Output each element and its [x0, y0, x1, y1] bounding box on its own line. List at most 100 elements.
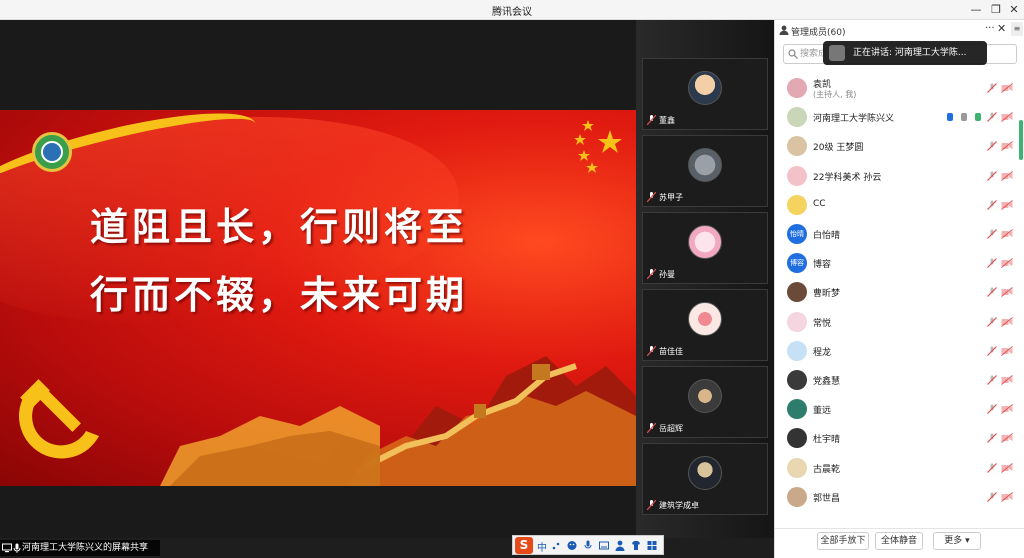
member-list: 袁凯 (主持人, 我) 河南理工大学陈兴义 20级 王梦圆 22学科美术 孙云 CC 怡晴白… — [775, 74, 1019, 524]
skin-icon[interactable] — [631, 540, 641, 551]
minimize-button[interactable]: — — [968, 2, 984, 18]
window-title: 腾讯会议 — [492, 7, 532, 18]
keyboard-icon[interactable] — [599, 540, 609, 551]
camera-off-icon[interactable] — [1001, 404, 1013, 415]
screen-share-icon[interactable] — [959, 112, 969, 122]
avatar — [787, 428, 807, 449]
lower-all-hands-button[interactable]: 全部手放下 — [817, 532, 869, 550]
mute-all-button[interactable]: 全体静音 — [875, 532, 923, 550]
avatar: 博容 — [787, 253, 807, 274]
mic-muted-icon[interactable] — [987, 316, 997, 327]
hand-raised-icon[interactable] — [945, 112, 955, 122]
avatar — [787, 457, 807, 478]
member-row[interactable]: 杜宇晴 — [775, 424, 1019, 453]
building-decoration — [160, 406, 380, 486]
search-icon — [788, 49, 798, 59]
camera-off-icon[interactable] — [1001, 229, 1013, 239]
camera-off-icon[interactable] — [1001, 462, 1013, 473]
avatar — [688, 379, 722, 413]
member-row[interactable]: 袁凯 (主持人, 我) — [775, 74, 1019, 103]
video-tile[interactable]: 苗佳佳 — [642, 289, 768, 361]
meeting-window: 腾讯会议 — ❐ ✕ 道阻且长，行则将至 行而不辍，未来可期 河南理工大学陈兴义… — [0, 0, 1024, 558]
mic-muted-icon[interactable] — [987, 170, 997, 181]
more-button[interactable]: 更多 ▾ — [933, 532, 981, 550]
member-role: (主持人, 我) — [813, 90, 857, 99]
member-row[interactable]: 程龙 — [775, 337, 1019, 366]
mic-muted-icon — [647, 115, 656, 125]
mic-active-icon[interactable] — [973, 112, 983, 122]
mic-muted-icon[interactable] — [987, 404, 997, 415]
camera-off-icon[interactable] — [1001, 83, 1013, 93]
mic-muted-icon — [647, 500, 656, 510]
camera-off-icon[interactable] — [1001, 112, 1013, 123]
ime-mode[interactable]: 中 — [537, 539, 547, 554]
member-row[interactable]: 怡晴 白怡晴 — [775, 220, 1019, 249]
emoji-icon[interactable] — [567, 540, 577, 551]
voice-input-icon[interactable] — [583, 540, 593, 551]
camera-off-icon[interactable] — [1001, 199, 1013, 210]
mic-muted-icon[interactable] — [987, 141, 997, 152]
mic-icon — [13, 543, 21, 553]
avatar: 怡晴 — [787, 224, 807, 244]
member-row[interactable]: 古晨乾 — [775, 454, 1019, 483]
mic-muted-icon[interactable] — [987, 462, 997, 473]
screen-share-text: 河南理工大学陈兴义的屏幕共享 — [22, 543, 149, 553]
member-row[interactable]: 常悦 — [775, 308, 1019, 337]
scrollbar[interactable] — [1019, 120, 1023, 160]
member-row[interactable]: 郭世昌 — [775, 483, 1019, 512]
member-row[interactable]: 党鑫慧 — [775, 366, 1019, 395]
camera-off-icon[interactable] — [1001, 316, 1013, 327]
speaking-text: 正在讲话: 河南理工大学陈... — [853, 48, 967, 58]
mic-muted-icon[interactable] — [987, 112, 997, 123]
mic-muted-icon[interactable] — [987, 287, 997, 298]
video-tile[interactable]: 岳超辉 — [642, 366, 768, 438]
member-row[interactable]: 博容 博容 — [775, 249, 1019, 278]
camera-off-icon[interactable] — [1001, 345, 1013, 356]
mic-muted-icon[interactable] — [987, 433, 997, 444]
avatar — [787, 399, 807, 420]
mic-muted-icon[interactable] — [987, 375, 997, 385]
camera-off-icon[interactable] — [1001, 287, 1013, 298]
camera-off-icon[interactable] — [1001, 375, 1013, 385]
user-icon[interactable] — [615, 540, 625, 551]
restore-button[interactable]: ❐ — [988, 2, 1004, 18]
member-row[interactable]: 曹昕梦 — [775, 278, 1019, 307]
member-row[interactable]: 20级 王梦圆 — [775, 132, 1019, 161]
toolbox-icon[interactable] — [647, 540, 657, 551]
person-icon — [779, 25, 789, 35]
video-tile[interactable]: 孙曼 — [642, 212, 768, 284]
sogou-logo-icon[interactable]: S — [515, 537, 533, 554]
member-row[interactable]: 董远 — [775, 395, 1019, 424]
video-tile[interactable]: 建筑学成卓 — [642, 443, 768, 515]
mic-muted-icon[interactable] — [987, 229, 997, 239]
punctuation-icon[interactable] — [551, 540, 561, 551]
mic-muted-icon[interactable] — [987, 491, 997, 502]
camera-off-icon[interactable] — [1001, 491, 1013, 502]
speaking-indicator: 正在讲话: 河南理工大学陈... — [823, 41, 987, 65]
mic-muted-icon[interactable] — [987, 199, 997, 210]
video-tile[interactable]: 董鑫 — [642, 58, 768, 130]
camera-off-icon[interactable] — [1001, 433, 1013, 444]
avatar — [688, 148, 722, 182]
tile-name: 苗佳佳 — [659, 347, 683, 356]
member-name: 白怡晴 — [813, 231, 841, 241]
mic-muted-icon[interactable] — [987, 83, 997, 93]
camera-off-icon[interactable] — [1001, 170, 1013, 181]
camera-off-icon[interactable] — [1001, 258, 1013, 269]
member-name: 20级 王梦圆 — [813, 143, 864, 154]
shared-slide: 道阻且长，行则将至 行而不辍，未来可期 — [0, 110, 636, 486]
member-row[interactable]: 22学科美术 孙云 — [775, 162, 1019, 191]
member-row[interactable]: CC — [775, 191, 1019, 220]
member-panel-title: 管理成员(60) — [791, 28, 846, 38]
close-button[interactable]: ✕ — [1006, 2, 1022, 18]
close-panel-button[interactable]: ✕ — [997, 22, 1006, 35]
avatar — [787, 340, 807, 361]
panel-menu-icon[interactable]: ≡ — [1011, 22, 1023, 36]
more-options-icon[interactable]: ··· — [985, 23, 995, 34]
mic-muted-icon[interactable] — [987, 258, 997, 269]
video-tile[interactable]: 苏甲子 — [642, 135, 768, 207]
camera-off-icon[interactable] — [1001, 141, 1013, 152]
tile-name: 建筑学成卓 — [659, 501, 699, 510]
member-row[interactable]: 河南理工大学陈兴义 — [775, 103, 1019, 132]
mic-muted-icon[interactable] — [987, 345, 997, 356]
